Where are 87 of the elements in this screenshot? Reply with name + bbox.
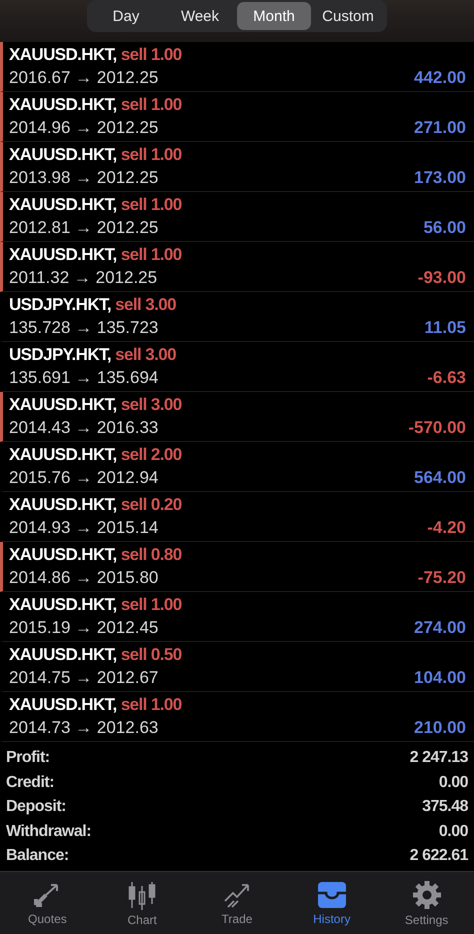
period-tab[interactable]: Day — [89, 2, 163, 30]
deal-side-label: sell 1.00 — [120, 95, 182, 114]
deal-side-label: sell 2.00 — [120, 445, 182, 464]
symbol-label: XAUUSD.HKT, — [9, 545, 117, 564]
period-tab[interactable]: Month — [237, 2, 311, 30]
tab-bar-item[interactable]: Quotes — [0, 872, 95, 934]
tab-bar-item[interactable]: Trade — [190, 872, 284, 934]
deal-side-label: sell 1.00 — [120, 45, 182, 64]
price-range: 2013.98 → 2012.25 — [9, 167, 158, 189]
summary-label: Balance: — [6, 847, 69, 866]
tab-bar-item[interactable]: Settings — [379, 872, 474, 934]
deal-side-label: sell 1.00 — [120, 695, 182, 714]
deal-row[interactable]: XAUUSD.HKT, sell 1.00 2016.67 → 2012.25 442.00 — [0, 42, 474, 92]
deal-row[interactable]: XAUUSD.HKT, sell 1.00 2014.73 → 2012.63 210.00 — [0, 692, 474, 742]
tab-bar-item[interactable]: Chart — [94, 872, 190, 934]
price-range: 2014.73 → 2012.63 — [9, 717, 158, 739]
deal-side-label: sell 0.50 — [120, 645, 182, 664]
tab-bar-item[interactable]: History — [284, 872, 380, 934]
summary-value: 0.00 — [438, 822, 468, 841]
settings-icon — [412, 880, 442, 910]
summary-value: 2 247.13 — [410, 749, 468, 768]
symbol-label: XAUUSD.HKT, — [9, 45, 117, 64]
symbol-label: XAUUSD.HKT, — [9, 645, 117, 664]
deal-row[interactable]: XAUUSD.HKT, sell 1.00 2014.96 → 2012.25 271.00 — [0, 92, 474, 142]
deal-profit: -570.00 — [408, 417, 467, 439]
price-range: 135.691 → 135.694 — [9, 367, 158, 389]
symbol-label: XAUUSD.HKT, — [9, 145, 117, 164]
deal-profit: 56.00 — [423, 217, 467, 239]
deal-row[interactable]: XAUUSD.HKT, sell 1.00 2013.98 → 2012.25 173.00 — [0, 142, 474, 192]
deal-row[interactable]: USDJPY.HKT, sell 3.00 135.728 → 135.723 11.05 — [0, 292, 474, 342]
summary-label: Credit: — [6, 774, 54, 792]
summary-value: 375.48 — [422, 798, 468, 816]
price-range: 2014.43 → 2016.33 — [9, 417, 158, 439]
deal-profit: 442.00 — [414, 67, 467, 89]
deal-side-label: sell 0.80 — [120, 545, 182, 564]
deal-profit: 104.00 — [414, 667, 467, 689]
deal-side-label: sell 0.20 — [120, 495, 182, 514]
deal-profit: 274.00 — [414, 617, 467, 639]
deal-row[interactable]: XAUUSD.HKT, sell 1.00 2015.19 → 2012.45 274.00 — [0, 592, 474, 642]
symbol-label: USDJPY.HKT, — [9, 295, 112, 314]
deal-profit: -75.20 — [418, 567, 467, 589]
summary-value: 0.00 — [438, 774, 468, 792]
deal-profit: 210.00 — [414, 717, 467, 739]
symbol-label: XAUUSD.HKT, — [9, 395, 117, 414]
symbol-label: XAUUSD.HKT, — [9, 245, 117, 264]
price-range: 135.728 → 135.723 — [9, 317, 158, 339]
deal-profit: 11.05 — [424, 317, 467, 339]
symbol-label: XAUUSD.HKT, — [9, 595, 117, 614]
deal-profit: -93.00 — [418, 267, 467, 289]
symbol-label: XAUUSD.HKT, — [9, 95, 117, 114]
summary-label: Profit: — [6, 749, 50, 768]
price-range: 2016.67 → 2012.25 — [9, 67, 158, 89]
price-range: 2012.81 → 2012.25 — [9, 217, 158, 239]
price-range: 2014.96 → 2012.25 — [9, 117, 158, 139]
deal-profit: -4.20 — [427, 517, 467, 539]
deal-side-label: sell 1.00 — [120, 195, 182, 214]
deal-profit: 173.00 — [414, 167, 467, 189]
deal-profit: 271.00 — [414, 117, 467, 139]
deal-profit: 564.00 — [414, 467, 467, 489]
deal-row[interactable]: XAUUSD.HKT, sell 2.00 2015.76 → 2012.94 564.00 — [0, 442, 474, 492]
summary-label: Withdrawal: — [6, 822, 92, 841]
symbol-label: USDJPY.HKT, — [9, 345, 112, 364]
deal-side-label: sell 1.00 — [120, 245, 182, 264]
deal-side-label: sell 3.00 — [120, 395, 182, 414]
summary-value: 2 622.61 — [410, 847, 468, 866]
deal-side-label: sell 3.00 — [115, 345, 176, 364]
summary-label: Deposit: — [6, 798, 66, 816]
symbol-label: XAUUSD.HKT, — [9, 695, 117, 714]
price-range: 2014.75 → 2012.67 — [9, 667, 158, 689]
period-tab[interactable]: Week — [163, 2, 237, 30]
deal-side-label: sell 1.00 — [120, 145, 182, 164]
symbol-label: XAUUSD.HKT, — [9, 495, 117, 514]
price-range: 2015.76 → 2012.94 — [9, 467, 158, 489]
price-range: 2011.32 → 2012.25 — [9, 267, 158, 289]
price-range: 2014.86 → 2015.80 — [9, 567, 158, 589]
period-tab[interactable]: Custom — [311, 2, 385, 30]
candlestick-icon — [127, 880, 158, 910]
deal-row[interactable]: XAUUSD.HKT, sell 0.50 2014.75 → 2012.67 104.00 — [0, 642, 474, 692]
deal-row[interactable]: XAUUSD.HKT, sell 1.00 2012.81 → 2012.25 56.00 — [0, 192, 474, 242]
price-range: 2014.93 → 2015.14 — [9, 517, 158, 539]
symbol-label: XAUUSD.HKT, — [9, 445, 117, 464]
price-range: 2015.19 → 2012.45 — [9, 617, 158, 639]
deal-profit: -6.63 — [427, 367, 467, 389]
symbol-label: XAUUSD.HKT, — [9, 195, 117, 214]
deal-side-label: sell 1.00 — [120, 595, 182, 614]
inbox-tray-icon — [316, 880, 347, 908]
deal-side-label: sell 3.00 — [115, 295, 176, 314]
